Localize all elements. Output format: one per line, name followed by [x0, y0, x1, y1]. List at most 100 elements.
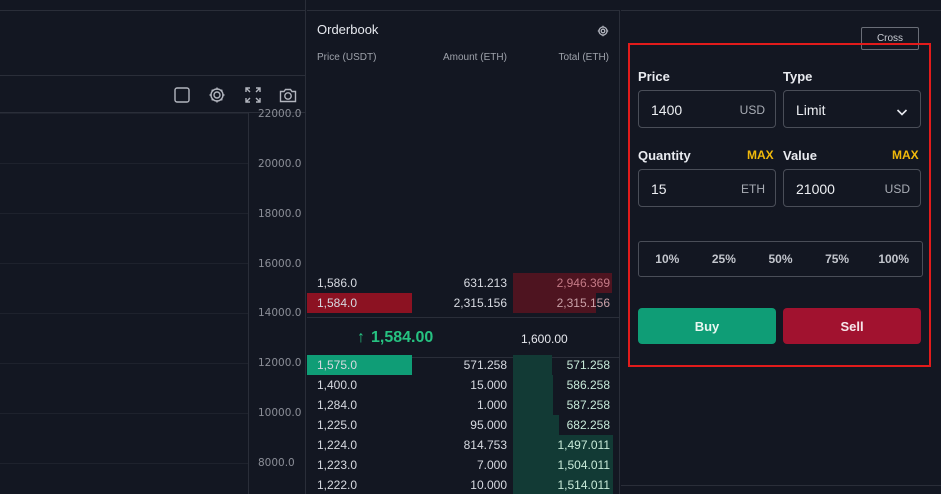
bid-price: 1,284.0 — [317, 398, 358, 412]
column-header-amount: Amount (ETH) — [443, 52, 507, 63]
chart-plot-area[interactable] — [0, 113, 248, 494]
bid-amount: 10.000 — [470, 478, 507, 492]
order-type-select[interactable]: Limit — [783, 90, 921, 128]
axis-tick-label: 10000.0 — [258, 407, 302, 419]
ask-row[interactable]: 1,586.0 631.213 2,946.369 — [307, 273, 620, 293]
grid-line — [0, 313, 248, 314]
percent-75-button[interactable]: 75% — [809, 242, 866, 276]
value-input[interactable]: 21000 USD — [783, 169, 921, 207]
ask-price: 1,586.0 — [317, 276, 358, 290]
grid-line — [0, 413, 248, 414]
axis-tick-label: 18000.0 — [258, 208, 302, 220]
square-icon[interactable] — [172, 85, 192, 105]
percent-25-button[interactable]: 25% — [696, 242, 753, 276]
price-input[interactable]: 1400 USD — [638, 90, 776, 128]
axis-tick-label: 22000.0 — [258, 108, 302, 120]
grid-line — [0, 263, 248, 264]
axis-tick-label: 12000.0 — [258, 357, 302, 369]
order-form: Price Type 1400 USD Limit Quantity MAX V… — [628, 43, 931, 367]
quantity-value: 15 — [651, 181, 667, 197]
last-price[interactable]: ↑ 1,584.00 — [357, 329, 433, 347]
bid-row[interactable]: 1,224.0 814.753 1,497.011 — [307, 435, 620, 455]
bid-total: 682.258 — [566, 418, 610, 432]
sell-button[interactable]: Sell — [783, 308, 921, 344]
value-unit: USD — [884, 182, 910, 196]
quantity-label: Quantity — [638, 148, 691, 163]
bid-price: 1,400.0 — [317, 378, 358, 392]
bid-price: 1,575.0 — [317, 358, 358, 372]
axis-tick-label: 20000.0 — [258, 158, 302, 170]
bid-total: 1,504.011 — [557, 458, 611, 472]
price-value: 1400 — [651, 102, 683, 118]
bid-amount: 814.753 — [463, 438, 507, 452]
trade-panel: Cross Price Type 1400 USD Limit Quantity… — [621, 10, 941, 494]
percentage-selector: 10% 25% 50% 75% 100% — [638, 241, 923, 277]
column-header-total: Total (ETH) — [558, 52, 609, 63]
percent-50-button[interactable]: 50% — [752, 242, 809, 276]
grid-line — [0, 463, 248, 464]
price-unit: USD — [739, 103, 765, 117]
spread-row: ↑ 1,584.00 1,600.00 — [307, 317, 620, 358]
buy-button[interactable]: Buy — [638, 308, 776, 344]
bid-depth-bar — [513, 395, 553, 415]
bid-row[interactable]: 1,284.0 1.000 587.258 — [307, 395, 620, 415]
bid-amount: 1.000 — [476, 398, 507, 412]
ask-amount: 631.213 — [463, 276, 507, 290]
value-label: Value — [783, 148, 817, 163]
value-value: 21000 — [796, 181, 835, 197]
percent-100-button[interactable]: 100% — [865, 242, 922, 276]
trading-app: 22000.0 20000.0 18000.0 16000.0 14000.0 … — [0, 0, 941, 494]
divider — [621, 485, 941, 486]
orderbook-title: Orderbook — [317, 22, 379, 37]
price-label: Price — [638, 69, 670, 84]
bid-row[interactable]: 1,223.0 7.000 1,504.011 — [307, 455, 620, 475]
bid-depth-bar — [513, 355, 552, 375]
quantity-max-link[interactable]: MAX — [747, 148, 774, 162]
bid-price: 1,224.0 — [317, 438, 358, 452]
order-type-value: Limit — [796, 102, 826, 118]
bid-depth-bar — [513, 375, 553, 395]
camera-icon[interactable] — [278, 85, 298, 105]
percent-10-button[interactable]: 10% — [639, 242, 696, 276]
bid-row[interactable]: 1,222.0 10.000 1,514.011 — [307, 475, 620, 494]
grid-line — [0, 113, 248, 114]
orderbook-panel: Orderbook Price (USDT) Amount (ETH) Tota… — [307, 10, 620, 494]
axis-tick-label: 8000.0 — [258, 457, 295, 469]
bid-row[interactable]: 1,225.0 95.000 682.258 — [307, 415, 620, 435]
axis-tick-label: 14000.0 — [258, 307, 302, 319]
bid-amount: 95.000 — [470, 418, 507, 432]
bid-row[interactable]: 1,575.0 571.258 571.258 — [307, 355, 620, 375]
bid-amount: 7.000 — [476, 458, 507, 472]
gear-icon[interactable] — [207, 85, 227, 105]
fullscreen-icon[interactable] — [243, 85, 263, 105]
ask-row[interactable]: 1,584.0 2,315.156 2,315.156 — [307, 293, 620, 313]
quantity-input[interactable]: 15 ETH — [638, 169, 776, 207]
chevron-down-icon — [896, 104, 908, 116]
bid-total: 1,514.011 — [557, 478, 611, 492]
bid-total: 1,497.011 — [557, 438, 611, 452]
price-axis[interactable]: 22000.0 20000.0 18000.0 16000.0 14000.0 … — [248, 108, 306, 494]
ask-total: 2,946.369 — [556, 276, 610, 290]
quantity-unit: ETH — [741, 182, 765, 196]
column-header-price: Price (USDT) — [317, 52, 377, 63]
value-max-link[interactable]: MAX — [892, 148, 919, 162]
bid-amount: 15.000 — [470, 378, 507, 392]
ask-total: 2,315.156 — [556, 296, 610, 310]
bid-amount: 571.258 — [463, 358, 507, 372]
axis-tick-label: 16000.0 — [258, 258, 302, 270]
ask-amount: 2,315.156 — [453, 296, 507, 310]
up-arrow-icon: ↑ — [357, 329, 365, 346]
bid-row[interactable]: 1,400.0 15.000 586.258 — [307, 375, 620, 395]
chart-header — [0, 10, 306, 76]
bid-price: 1,225.0 — [317, 418, 358, 432]
grid-line — [0, 213, 248, 214]
grid-line — [0, 363, 248, 364]
bid-depth-bar — [513, 415, 559, 435]
bid-total: 571.258 — [566, 358, 610, 372]
bid-price: 1,222.0 — [317, 478, 358, 492]
bid-total: 587.258 — [566, 398, 610, 412]
ask-price: 1,584.0 — [317, 296, 358, 310]
settings-icon[interactable] — [597, 24, 609, 37]
grid-line — [0, 163, 248, 164]
bid-total: 586.258 — [566, 378, 610, 392]
